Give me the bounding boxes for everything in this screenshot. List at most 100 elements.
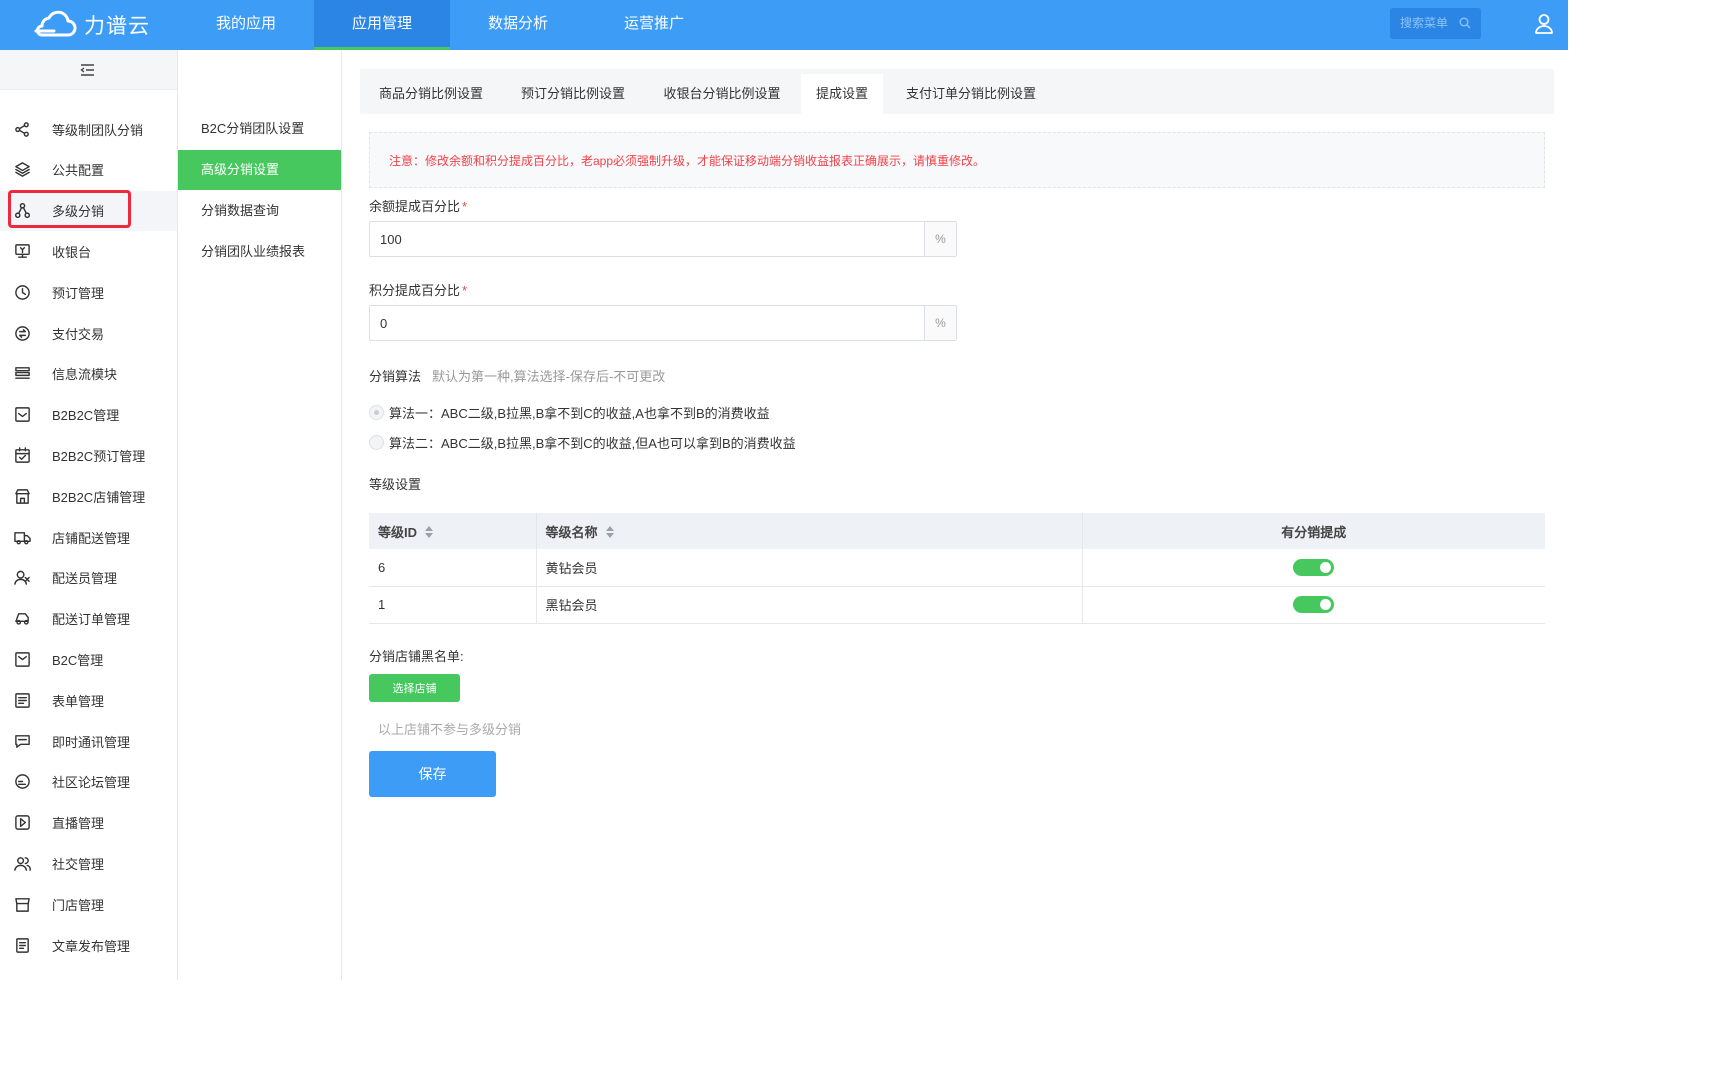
delivery-icon [15, 613, 29, 625]
tab-product-ratio[interactable]: 商品分销比例设置 [360, 74, 502, 114]
sidebar-item[interactable]: B2B2C店铺管理 [0, 476, 177, 516]
sidebar-toggle[interactable] [0, 50, 177, 90]
layers-icon [15, 162, 30, 178]
tab-cashier-ratio[interactable]: 收银台分销比例设置 [644, 74, 800, 114]
shop-icon [15, 897, 30, 912]
collapse-menu-icon [80, 64, 94, 76]
points-input-group: % [369, 305, 957, 341]
tab-bar: 商品分销比例设置 预订分销比例设置 收银台分销比例设置 提成设置 支付订单分销比… [360, 69, 1554, 114]
search-icon [1459, 17, 1471, 29]
courier-icon [14, 570, 30, 586]
balance-percent-input[interactable] [370, 222, 924, 256]
sidebar-item-label: 等级制团队分销 [52, 122, 144, 138]
submenu-item-team-report[interactable]: 分销团队业绩报表 [178, 232, 341, 272]
submenu-item-b2c-team[interactable]: B2C分销团队设置 [178, 109, 341, 149]
sidebar-item[interactable]: 表单管理 [0, 680, 177, 720]
nav-app-management[interactable]: 应用管理 [314, 0, 450, 50]
sidebar-item-label: 支付交易 [52, 326, 105, 342]
sidebar-item[interactable]: 社交管理 [0, 843, 177, 883]
search-placeholder: 搜索菜单 [1400, 16, 1449, 30]
sidebar-item[interactable]: 即时通讯管理 [0, 721, 177, 761]
grade-name-cell: 黄钻会员 [536, 549, 1083, 587]
logo[interactable]: 力谱云 [32, 8, 150, 42]
sidebar-item[interactable]: 信息流模块 [0, 354, 177, 394]
sidebar-item[interactable]: 门店管理 [0, 884, 177, 924]
highlight-annotation [8, 190, 131, 228]
sidebar-item[interactable]: 公共配置 [0, 150, 177, 190]
cash-register-icon [15, 244, 30, 258]
sidebar-item-label: 文章发布管理 [52, 938, 131, 954]
sidebar-item-label: 门店管理 [52, 897, 105, 913]
top-nav: 我的应用 应用管理 数据分析 运营推广 [178, 0, 722, 50]
select-shop-button[interactable]: 选择店铺 [369, 674, 460, 702]
save-button[interactable]: 保存 [369, 751, 496, 797]
sidebar-item[interactable]: 收银台 [0, 231, 177, 271]
nav-operations[interactable]: 运营推广 [586, 0, 722, 50]
search-menu-input[interactable]: 搜索菜单 [1390, 8, 1481, 39]
sort-icon[interactable] [605, 525, 614, 538]
sidebar-item[interactable]: B2B2C预订管理 [0, 435, 177, 475]
algorithm-option-1[interactable]: 算法一：ABC二级,B拉黑,B拿不到C的收益,A也拿不到B的消费收益 [369, 403, 770, 422]
logo-text: 力谱云 [84, 15, 150, 38]
sidebar-item[interactable]: 预订管理 [0, 272, 177, 312]
tab-payment-order-ratio[interactable]: 支付订单分销比例设置 [890, 74, 1052, 114]
chat-icon [15, 734, 30, 748]
points-percent-input[interactable] [370, 306, 924, 340]
nav-my-apps[interactable]: 我的应用 [178, 0, 314, 50]
submenu-item-advanced-settings[interactable]: 高级分销设置 [178, 150, 341, 190]
document-icon [16, 937, 29, 953]
tab-booking-ratio[interactable]: 预订分销比例设置 [502, 74, 644, 114]
sidebar-item-label: B2B2C预订管理 [52, 448, 146, 464]
sidebar-item[interactable]: B2C管理 [0, 639, 177, 679]
sidebar-item[interactable]: B2B2C管理 [0, 395, 177, 435]
column-header-grade-name[interactable]: 等级名称 [536, 513, 1083, 549]
commission-cell [1082, 549, 1545, 587]
box-icon [15, 652, 30, 667]
sidebar-item[interactable]: 社区论坛管理 [0, 762, 177, 802]
sidebar-item-label: B2B2C管理 [52, 408, 120, 424]
sidebar-item[interactable]: 等级制团队分销 [0, 109, 177, 149]
radio-unchecked[interactable] [369, 435, 384, 450]
grade-table: 等级ID 等级名称 有分销提成 6 黄钻会员 1 黑钻会员 [369, 513, 1545, 624]
sidebar-item[interactable]: 配送订单管理 [0, 599, 177, 639]
table-row: 1 黑钻会员 [369, 586, 1545, 624]
commission-cell [1082, 586, 1545, 624]
column-header-grade-id[interactable]: 等级ID [369, 513, 537, 549]
radio-checked[interactable] [369, 405, 384, 420]
sidebar-item-label: B2C管理 [52, 652, 104, 668]
top-bar: 力谱云 我的应用 应用管理 数据分析 运营推广 搜索菜单 [0, 0, 1568, 50]
forum-icon [15, 774, 30, 790]
grade-name-cell: 黑钻会员 [536, 586, 1083, 624]
feed-icon [15, 367, 30, 380]
sort-icon[interactable] [425, 525, 434, 538]
sidebar-item[interactable]: 文章发布管理 [0, 925, 177, 965]
blacklist-hint: 以上店铺不参与多级分销 [378, 722, 522, 737]
sidebar-item[interactable]: 店铺配送管理 [0, 517, 177, 557]
balance-input-group: % [369, 221, 957, 257]
submenu-item-data-query[interactable]: 分销数据查询 [178, 191, 341, 231]
main-content: 商品分销比例设置 预订分销比例设置 收银台分销比例设置 提成设置 支付订单分销比… [342, 50, 1568, 980]
grade-id-cell: 6 [369, 549, 537, 587]
tab-commission[interactable]: 提成设置 [801, 74, 883, 114]
balance-label: 余额提成百分比 * [369, 199, 468, 214]
sidebar-item-label: 直播管理 [52, 816, 105, 832]
sidebar-item[interactable]: 直播管理 [0, 803, 177, 843]
share-icon [15, 121, 29, 137]
nav-data-analysis[interactable]: 数据分析 [450, 0, 586, 50]
cloud-logo-icon [34, 10, 77, 37]
required-mark: * [462, 199, 468, 214]
sidebar-item-label: 公共配置 [52, 163, 105, 179]
user-icon[interactable] [1534, 13, 1554, 35]
sidebar-item-label: 收银台 [52, 244, 92, 260]
blacklist-label: 分销店铺黑名单: [369, 649, 464, 664]
algorithm-option-2[interactable]: 算法二：ABC二级,B拉黑,B拿不到C的收益,但A也可以拿到B的消费收益 [369, 433, 796, 452]
sidebar-item[interactable]: 支付交易 [0, 313, 177, 353]
commission-toggle[interactable] [1293, 596, 1335, 614]
algorithm-hint: 默认为第一种,算法选择-保存后-不可更改 [432, 369, 666, 384]
sidebar-item[interactable]: 配送员管理 [0, 558, 177, 598]
percent-addon: % [924, 222, 956, 256]
algorithm-label: 分销算法 [369, 369, 422, 384]
submenu: B2C分销团队设置 高级分销设置 分销数据查询 分销团队业绩报表 [178, 50, 342, 980]
commission-toggle[interactable] [1293, 558, 1335, 576]
grade-id-cell: 1 [369, 586, 537, 624]
